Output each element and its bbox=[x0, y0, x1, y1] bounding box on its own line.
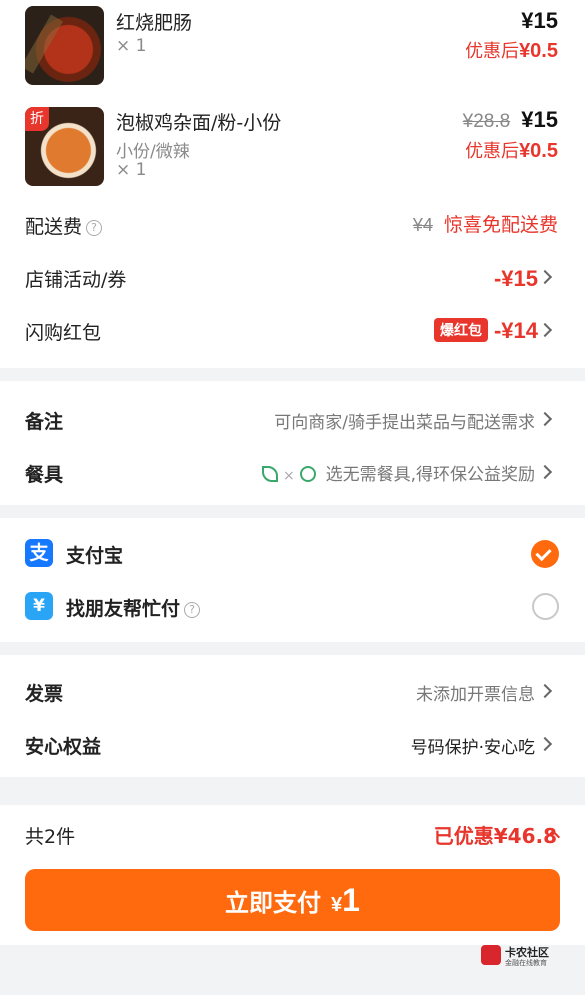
alipay-selected-check[interactable] bbox=[531, 540, 559, 568]
help-icon[interactable]: ? bbox=[184, 602, 201, 618]
delivery-fee-label: 配送费? bbox=[25, 212, 103, 239]
item-2-quantity: × 1 bbox=[116, 160, 147, 180]
chevron-right-icon[interactable] bbox=[537, 464, 553, 480]
item-2-price: ¥15 bbox=[521, 107, 558, 132]
item-1-price: ¥15 bbox=[521, 8, 558, 33]
chevron-right-icon[interactable] bbox=[537, 683, 553, 699]
item-1-quantity: × 1 bbox=[116, 36, 147, 56]
item-2-original-price: ¥28.8 bbox=[462, 111, 511, 132]
order-items-card: 红烧肥肠 × 1 ¥15 优惠后¥0.5 折 泡椒鸡杂面/粉-小份 小份/微辣 … bbox=[0, 0, 585, 368]
invoice-value[interactable]: 未添加开票信息 bbox=[416, 680, 535, 705]
friend-pay-radio[interactable] bbox=[532, 593, 559, 620]
notes-card: 备注 可向商家/骑手提出菜品与配送需求 餐具 × 选无需餐具,得环保公益奖励 bbox=[0, 381, 585, 505]
shop-promo-row[interactable]: 店铺活动/券 bbox=[25, 265, 560, 295]
flash-redpack-row[interactable]: 闪购红包 bbox=[25, 318, 101, 345]
item-1-discount: 优惠后¥0.5 bbox=[465, 40, 558, 62]
item-1-name: 红烧肥肠 bbox=[116, 12, 193, 34]
notes-label: 备注 bbox=[25, 411, 64, 433]
pay-now-button[interactable]: 立即支付 ¥1 bbox=[25, 869, 560, 931]
invoice-card: 发票 未添加开票信息 安心权益 号码保护·安心吃 bbox=[0, 655, 585, 777]
eco-face-icon bbox=[300, 466, 317, 482]
tableware-label: 餐具 bbox=[25, 464, 64, 486]
item-2-price-row: ¥28.8 ¥15 bbox=[463, 107, 558, 133]
item-2-spec: 小份/微辣 bbox=[116, 142, 190, 162]
chevron-right-icon[interactable] bbox=[537, 736, 553, 752]
friend-pay-label[interactable]: 找朋友帮忙付? bbox=[66, 594, 201, 621]
flash-redpack-badge: 爆红包 bbox=[433, 318, 488, 342]
alipay-label[interactable]: 支付宝 bbox=[66, 541, 123, 568]
payment-card: 支 支付宝 ¥ 找朋友帮忙付? bbox=[0, 518, 585, 642]
delivery-fee-value: ¥4 惊喜免配送费 bbox=[412, 214, 558, 236]
item-count: 共2件 bbox=[25, 826, 76, 848]
assurance-value[interactable]: 号码保护·安心吃 bbox=[411, 733, 535, 758]
watermark-logo: 卡农社区 金融在线教育 bbox=[481, 945, 561, 969]
help-icon[interactable]: ? bbox=[86, 220, 103, 236]
item-2-thumbnail: 折 bbox=[25, 107, 104, 186]
assurance-label: 安心权益 bbox=[25, 736, 102, 758]
flash-redpack-value: 爆红包 -¥14 bbox=[433, 318, 538, 344]
alipay-icon: 支 bbox=[25, 539, 53, 567]
item-1-thumbnail bbox=[25, 6, 104, 85]
notes-value[interactable]: 可向商家/骑手提出菜品与配送需求 bbox=[274, 408, 535, 433]
invoice-label: 发票 bbox=[25, 683, 64, 705]
kanong-logo-icon bbox=[481, 945, 501, 965]
chevron-right-icon[interactable] bbox=[537, 322, 553, 338]
item-2-discount: 优惠后¥0.5 bbox=[465, 140, 558, 162]
discount-tag: 折 bbox=[25, 107, 49, 131]
leaf-icon bbox=[261, 466, 278, 482]
shop-promo-amount: -¥15 bbox=[493, 266, 538, 291]
friend-pay-icon: ¥ bbox=[25, 592, 53, 620]
tableware-value[interactable]: × 选无需餐具,得环保公益奖励 bbox=[261, 460, 535, 485]
chevron-right-icon[interactable] bbox=[537, 411, 553, 427]
saved-total[interactable]: 已优惠¥46.8 bbox=[434, 820, 557, 849]
item-2-name: 泡椒鸡杂面/粉-小份 bbox=[116, 112, 282, 134]
